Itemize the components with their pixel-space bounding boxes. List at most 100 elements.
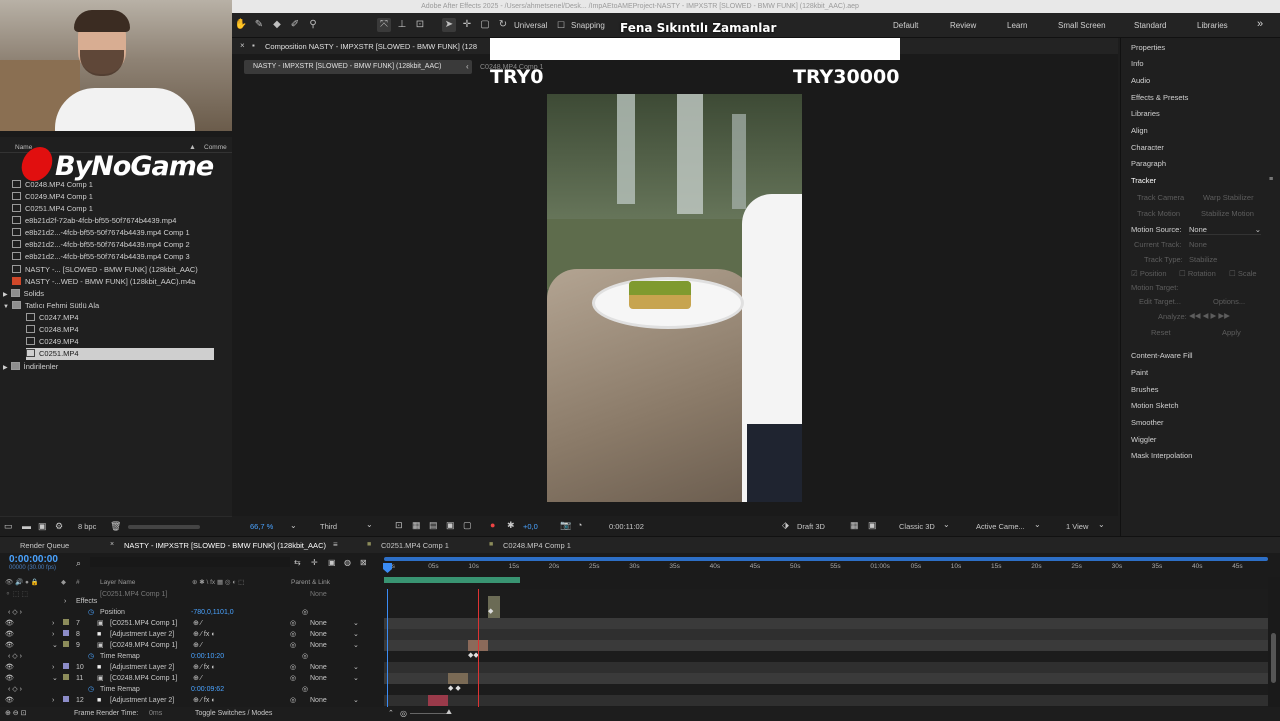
time-ruler[interactable]: 0s05s10s15s20s25s30s35s40s45s50s55s01:00… xyxy=(384,557,1268,587)
effects-group[interactable]: › Effects xyxy=(0,596,384,607)
track-bar[interactable] xyxy=(384,673,1268,684)
layer-clip[interactable] xyxy=(428,695,448,706)
graph-editor-icon[interactable]: ⊠ xyxy=(360,558,367,567)
track-bar[interactable] xyxy=(384,662,1268,673)
shy-icon[interactable]: ▣ xyxy=(328,558,336,567)
track-bar[interactable] xyxy=(384,640,1268,651)
menu-icon[interactable]: ≡ xyxy=(1269,176,1273,183)
panel-mask-interpolation[interactable]: Mask Interpolation xyxy=(1131,451,1192,460)
parent-select[interactable]: None xyxy=(310,695,327,706)
extended-viewer-icon[interactable]: ▣ xyxy=(868,520,877,531)
switches-icons[interactable]: ⊕ ⁄ fx ◐ xyxy=(193,629,216,640)
keyframe-navigator-icon[interactable]: ‹ ◇ › xyxy=(8,684,22,695)
pickwhip-icon[interactable]: ◎ xyxy=(290,618,296,629)
chevron-right-icon[interactable]: › xyxy=(52,695,54,706)
stopwatch-icon[interactable]: ◷ xyxy=(88,684,94,695)
stabilize-motion-button[interactable]: Stabilize Motion xyxy=(1201,209,1254,218)
workspace-standard[interactable]: Standard xyxy=(1134,21,1166,30)
visibility-icon[interactable]: 👁 xyxy=(5,640,14,651)
snapping-checkbox[interactable]: ☐ xyxy=(554,18,568,32)
switches-icons[interactable]: ⊕ ⁄ fx ◐ xyxy=(193,662,216,673)
visibility-icon[interactable]: 👁 xyxy=(5,618,14,629)
track-motion-button[interactable]: Track Motion xyxy=(1137,209,1180,218)
layer-row[interactable]: 👁 › 10 ■ [Adjustment Layer 2] ⊕ ⁄ fx ◐ ◎ None ⌄ xyxy=(0,662,384,673)
layer-row[interactable]: 👁 ⌄ 9 ▣ [C0249.MP4 Comp 1] ⊕ ⁄ ◎ None ⌄ xyxy=(0,640,384,651)
current-time[interactable]: 0:00:11:02 xyxy=(609,522,644,531)
zoom-in-icon[interactable]: ⛰ xyxy=(446,709,452,717)
timeline-tab-main[interactable]: NASTY - IMPXSTR [SLOWED - BMW FUNK] (128… xyxy=(124,541,326,550)
col-layer-name[interactable]: Layer Name xyxy=(100,579,135,586)
parent-select[interactable]: None xyxy=(310,618,327,629)
current-track-select[interactable]: None xyxy=(1189,240,1207,249)
lock-icon[interactable]: ▪ xyxy=(252,41,255,50)
comp-tab[interactable]: NASTY - IMPXSTR [SLOWED - BMW FUNK] (128… xyxy=(244,60,472,74)
keyframe-navigator-icon[interactable]: ‹ ◇ › xyxy=(8,607,22,618)
project-item-footage-selected[interactable]: C0251.MP4 xyxy=(26,348,214,360)
project-item-comp[interactable]: NASTY -... [SLOWED - BMW FUNK] (128kbit_… xyxy=(12,264,198,276)
av-switches-icons[interactable]: 👁 🔊 ● 🔒 xyxy=(5,578,39,586)
draft-3d-icon[interactable]: ✛ xyxy=(311,558,318,567)
switches-icons[interactable]: ⊕ ⁄ xyxy=(193,618,202,629)
settings-icon[interactable]: ⚙ xyxy=(55,521,63,532)
switches-icons[interactable]: ⊕ ⁄ fx ◐ xyxy=(193,695,216,706)
chevron-right-icon[interactable]: › xyxy=(64,596,66,607)
chevron-down-icon[interactable]: ⌄ xyxy=(52,673,58,684)
pickwhip-icon[interactable]: ◎ xyxy=(302,607,308,618)
brush-icon[interactable]: ✎ xyxy=(252,18,266,32)
project-item-audio[interactable]: NASTY -...WED - BMW FUNK] (128kbit_AAC).… xyxy=(12,276,195,288)
time-remap-value[interactable]: 0:00:10:20 xyxy=(191,651,224,662)
universal-label[interactable]: Universal xyxy=(514,21,547,30)
timeline-scrollbar[interactable] xyxy=(1268,577,1280,707)
switches-icons[interactable]: ⊕ ⁄ xyxy=(193,640,202,651)
layer-row[interactable]: 👁 › 7 ▣ [C0251.MP4 Comp 1] ⊕ ⁄ ◎ None ⌄ xyxy=(0,618,384,629)
panel-content-aware-fill[interactable]: Content-Aware Fill xyxy=(1131,351,1193,360)
chevron-down-icon[interactable]: ⌄ xyxy=(353,640,359,651)
timeline-tab-c0248[interactable]: C0248.MP4 Comp 1 xyxy=(503,541,571,550)
panel-properties[interactable]: Properties xyxy=(1131,43,1165,52)
pickwhip-icon[interactable]: ◎ xyxy=(290,662,296,673)
pickwhip-icon[interactable]: ◎ xyxy=(290,629,296,640)
panel-info[interactable]: Info xyxy=(1131,59,1144,68)
render-queue-tab[interactable]: Render Queue xyxy=(20,541,69,550)
work-area-bar[interactable] xyxy=(384,557,1268,561)
track-area[interactable]: ◆ ◆◆ ◆ ◆ xyxy=(384,589,1268,707)
chevron-down-icon[interactable]: ⌄ xyxy=(1034,520,1041,529)
project-folder-indirilenler[interactable]: ▶ İndirilenler xyxy=(3,361,58,373)
project-folder-tatlici[interactable]: ▼ Tatlıcı Fehmi Sütlü Ala xyxy=(3,300,99,312)
composition-viewer[interactable] xyxy=(547,94,802,502)
transparency-grid-icon[interactable]: ▦ xyxy=(412,520,421,531)
project-item-comp[interactable]: e8b21d2...-4fcb-bf55-50f7674b4439.mp4 Co… xyxy=(12,239,190,251)
camera-select[interactable]: Active Came... xyxy=(976,522,1025,531)
mask-visibility-icon[interactable]: ▤ xyxy=(429,520,438,531)
scale-checkbox[interactable]: ☐ Scale xyxy=(1229,269,1257,278)
switches-icons[interactable]: ⊕ ✱ \ fx ▦ ◎ ◐ ⬚ xyxy=(192,578,244,586)
edit-target-button[interactable]: Edit Target... xyxy=(1139,297,1181,306)
zoom-slider-handle[interactable]: ◎ xyxy=(400,709,407,718)
panel-paint[interactable]: Paint xyxy=(1131,368,1148,377)
guides-icon[interactable]: ▣ xyxy=(446,520,455,531)
panel-audio[interactable]: Audio xyxy=(1131,76,1150,85)
pickwhip-icon[interactable]: ◎ xyxy=(290,640,296,651)
parent-select[interactable]: None xyxy=(310,629,327,640)
eraser-icon[interactable]: ◆ xyxy=(270,18,284,32)
chevron-down-icon[interactable]: ⌄ xyxy=(353,673,359,684)
reset-button[interactable]: Reset xyxy=(1151,328,1171,337)
interpret-footage-icon[interactable]: ▭ xyxy=(4,521,13,532)
motion-blur-icon[interactable]: ◍ xyxy=(344,558,351,567)
panel-wiggler[interactable]: Wiggler xyxy=(1131,435,1156,444)
new-comp-icon[interactable]: ▣ xyxy=(38,521,47,532)
chevron-right-icon[interactable]: › xyxy=(52,618,54,629)
project-item-footage[interactable]: e8b21d2f-72ab-4fcb-bf55-50f7674b4439.mp4 xyxy=(12,215,176,227)
switches-icons[interactable]: ⊕ ⁄ xyxy=(193,673,202,684)
chevron-down-icon[interactable]: ⌄ xyxy=(366,520,373,529)
panel-brushes[interactable]: Brushes xyxy=(1131,385,1159,394)
draft-3d-icon[interactable]: ⬗ xyxy=(782,520,789,531)
panel-libraries[interactable]: Libraries xyxy=(1131,109,1160,118)
apply-button[interactable]: Apply xyxy=(1222,328,1241,337)
time-remap-value[interactable]: 0:00:09:62 xyxy=(191,684,224,695)
chevron-down-icon[interactable]: ⌄ xyxy=(353,662,359,673)
panel-effects-presets[interactable]: Effects & Presets xyxy=(1131,93,1188,102)
chevron-down-icon[interactable]: ⌄ xyxy=(52,640,58,651)
show-snapshot-icon[interactable]: ◔ xyxy=(577,520,582,530)
more-workspaces-icon[interactable]: » xyxy=(1257,18,1263,30)
